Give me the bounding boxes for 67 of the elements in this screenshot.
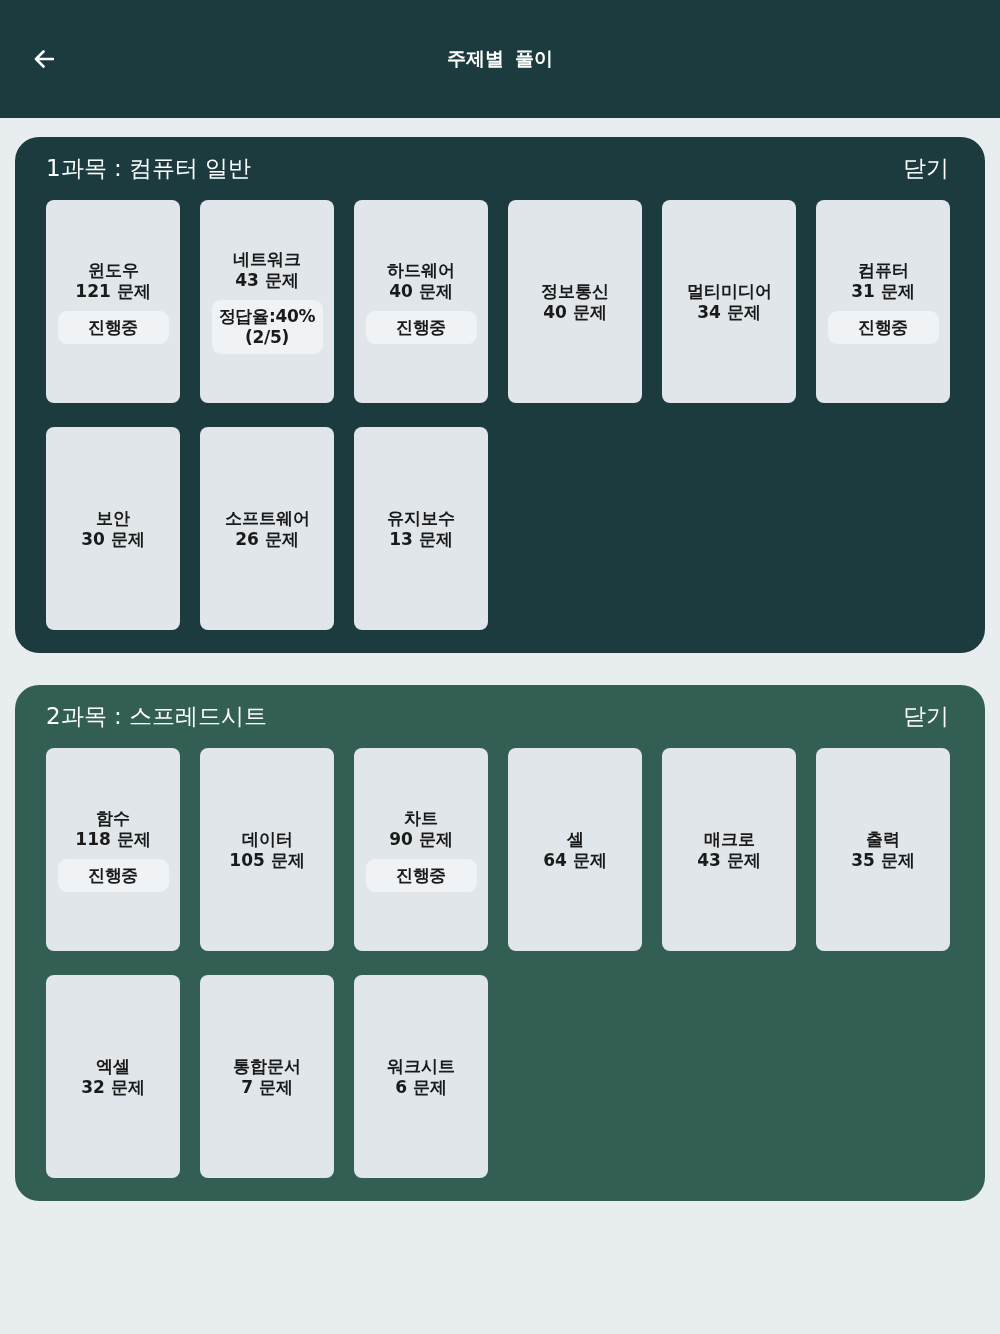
screen-title: 주제별 풀이 — [447, 46, 553, 71]
subject-title: 1과목 : 컴퓨터 일반 — [46, 153, 252, 183]
question-count: 32 문제 — [81, 1076, 145, 1098]
question-count: 121 문제 — [75, 280, 151, 302]
close-button[interactable]: 닫기 — [903, 700, 949, 732]
status-badge: 진행중 — [365, 858, 477, 892]
topic-name: 함수 — [96, 807, 130, 829]
topic-card[interactable]: 통합문서 7 문제 — [200, 975, 334, 1178]
topic-name: 소프트웨어 — [224, 507, 310, 529]
question-count: 40 문제 — [543, 301, 607, 323]
topic-card[interactable]: 하드웨어 40 문제 진행중 — [354, 200, 488, 403]
topic-name: 매크로 — [703, 828, 755, 850]
question-count: 7 문제 — [241, 1076, 293, 1098]
topic-name: 차트 — [404, 807, 438, 829]
status-badge: 진행중 — [365, 310, 477, 344]
topic-name: 하드웨어 — [387, 259, 455, 281]
subject-title: 2과목 : 스프레드시트 — [46, 701, 267, 731]
question-count: 34 문제 — [697, 301, 761, 323]
topic-name: 보안 — [96, 507, 130, 529]
status-badge: 정답율:40% (2/5) — [211, 300, 323, 354]
question-count: 40 문제 — [389, 280, 453, 302]
back-button[interactable] — [32, 47, 56, 71]
topic-card[interactable]: 윈도우 121 문제 진행중 — [46, 200, 180, 403]
topic-card[interactable]: 차트 90 문제 진행중 — [354, 748, 488, 951]
topic-name: 유지보수 — [387, 507, 455, 529]
topic-card[interactable]: 매크로 43 문제 — [662, 748, 796, 951]
topic-name: 윈도우 — [87, 259, 139, 281]
question-count: 13 문제 — [389, 528, 453, 550]
topic-card[interactable]: 유지보수 13 문제 — [354, 427, 488, 630]
question-count: 90 문제 — [389, 828, 453, 850]
back-arrow-icon — [34, 50, 54, 68]
topic-name: 셀 — [566, 828, 584, 850]
topic-card[interactable]: 보안 30 문제 — [46, 427, 180, 630]
topic-card[interactable]: 데이터 105 문제 — [200, 748, 334, 951]
topic-name: 워크시트 — [387, 1055, 455, 1077]
topic-card[interactable]: 컴퓨터 31 문제 진행중 — [816, 200, 950, 403]
topic-card[interactable]: 소프트웨어 26 문제 — [200, 427, 334, 630]
topic-card[interactable]: 엑셀 32 문제 — [46, 975, 180, 1178]
topic-name: 데이터 — [241, 828, 293, 850]
topic-card[interactable]: 함수 118 문제 진행중 — [46, 748, 180, 951]
topic-name: 정보통신 — [541, 280, 609, 302]
topic-name: 출력 — [866, 828, 900, 850]
topic-card[interactable]: 워크시트 6 문제 — [354, 975, 488, 1178]
topic-name: 컴퓨터 — [857, 259, 909, 281]
question-count: 31 문제 — [851, 280, 915, 302]
close-button[interactable]: 닫기 — [903, 152, 949, 184]
status-badge: 진행중 — [57, 310, 169, 344]
status-badge: 진행중 — [57, 858, 169, 892]
question-count: 6 문제 — [395, 1076, 447, 1098]
topic-card[interactable]: 네트워크 43 문제 정답율:40% (2/5) — [200, 200, 334, 403]
question-count: 30 문제 — [81, 528, 145, 550]
question-count: 105 문제 — [229, 849, 305, 871]
topic-name: 엑셀 — [96, 1055, 130, 1077]
status-badge: 진행중 — [827, 310, 939, 344]
question-count: 43 문제 — [697, 849, 761, 871]
topic-name: 네트워크 — [233, 249, 301, 270]
topic-name: 멀티미디어 — [686, 280, 772, 302]
question-count: 118 문제 — [75, 828, 151, 850]
topic-card[interactable]: 출력 35 문제 — [816, 748, 950, 951]
topic-card[interactable]: 멀티미디어 34 문제 — [662, 200, 796, 403]
topic-name: 통합문서 — [233, 1055, 301, 1077]
question-count: 64 문제 — [543, 849, 607, 871]
question-count: 43 문제 — [235, 270, 299, 291]
question-count: 35 문제 — [851, 849, 915, 871]
topic-card[interactable]: 정보통신 40 문제 — [508, 200, 642, 403]
topic-card[interactable]: 셀 64 문제 — [508, 748, 642, 951]
question-count: 26 문제 — [235, 528, 299, 550]
